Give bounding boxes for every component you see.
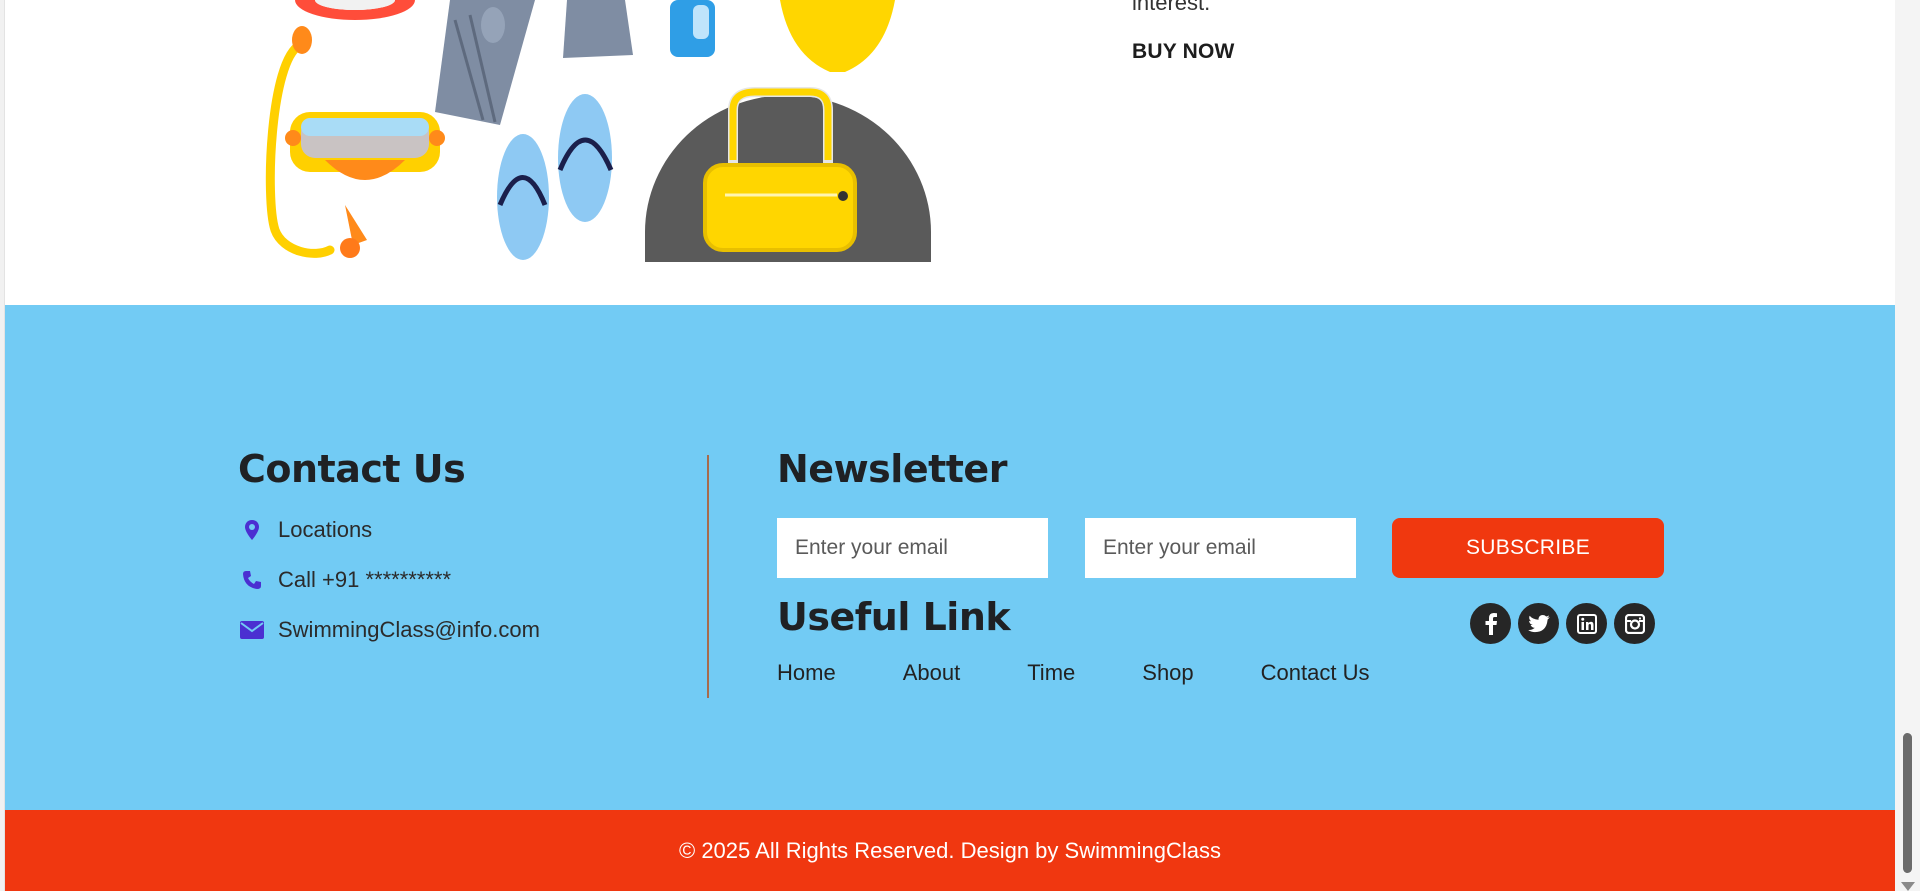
footer-link-home[interactable]: Home	[777, 660, 836, 686]
footer-link-about[interactable]: About	[903, 660, 961, 686]
scroll-down-arrow-icon[interactable]	[1901, 882, 1915, 891]
contact-heading: Contact Us	[238, 447, 466, 491]
swim-gear-illustration	[265, 0, 931, 262]
facebook-icon[interactable]	[1470, 603, 1511, 644]
footer-link-time[interactable]: Time	[1027, 660, 1075, 686]
useful-link-heading: Useful Link	[777, 595, 1011, 639]
product-section: interest. BUY NOW	[5, 0, 1895, 305]
social-links	[1470, 603, 1655, 644]
scrollbar-thumb[interactable]	[1903, 733, 1912, 873]
product-description-tail: interest.	[1132, 0, 1211, 15]
site-footer: Contact Us Locations Call +91 **********…	[5, 305, 1895, 810]
page-scrollbar[interactable]	[1895, 0, 1920, 891]
buy-now-link[interactable]: BUY NOW	[1132, 40, 1235, 64]
phone-icon	[238, 570, 266, 590]
newsletter-column: Newsletter	[777, 447, 1677, 491]
envelope-icon	[238, 621, 266, 639]
copyright-bar: © 2025 All Rights Reserved. Design by Sw…	[5, 810, 1895, 891]
location-text: Locations	[278, 517, 373, 542]
newsletter-heading: Newsletter	[777, 447, 1007, 491]
contact-location: Locations	[238, 517, 372, 543]
useful-links-nav: Home About Time Shop Contact Us	[777, 660, 1369, 686]
footer-link-shop[interactable]: Shop	[1142, 660, 1193, 686]
subscribe-button[interactable]: SUBSCRIBE	[1392, 518, 1664, 578]
linkedin-icon[interactable]	[1566, 603, 1607, 644]
map-pin-icon	[238, 520, 266, 540]
contact-phone: Call +91 **********	[238, 567, 451, 593]
column-divider	[707, 455, 709, 698]
newsletter-email-input-2[interactable]	[1085, 518, 1356, 578]
twitter-icon[interactable]	[1518, 603, 1559, 644]
copyright-text: © 2025 All Rights Reserved. Design by Sw…	[679, 837, 1221, 863]
phone-text: Call +91 **********	[278, 567, 452, 592]
instagram-icon[interactable]	[1614, 603, 1655, 644]
email-text: SwimmingClass@info.com	[278, 617, 540, 642]
contact-email: SwimmingClass@info.com	[238, 617, 540, 643]
newsletter-email-input[interactable]	[777, 518, 1048, 578]
contact-column: Contact Us Locations Call +91 **********…	[238, 447, 698, 642]
footer-link-contact-us[interactable]: Contact Us	[1261, 660, 1370, 686]
